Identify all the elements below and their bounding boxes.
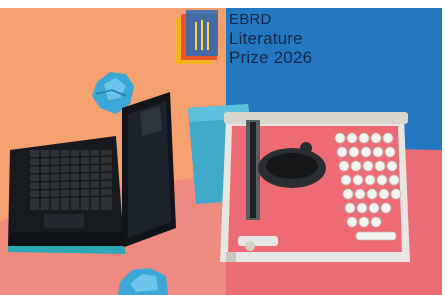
right-border xyxy=(442,8,446,295)
title-line-ebrd: EBRD xyxy=(229,11,272,28)
title-line-prize: Prize 2026 xyxy=(229,48,313,67)
top-border xyxy=(0,0,446,8)
typewriter-icon xyxy=(220,112,410,262)
scene-illustration xyxy=(0,0,446,295)
poster-image: EBRD Literature Prize 2026 xyxy=(0,0,446,295)
prize-title: EBRD Literature Prize 2026 xyxy=(229,10,312,67)
title-line-literature: Literature xyxy=(229,29,303,48)
ebrd-book-logo-icon xyxy=(176,10,218,64)
